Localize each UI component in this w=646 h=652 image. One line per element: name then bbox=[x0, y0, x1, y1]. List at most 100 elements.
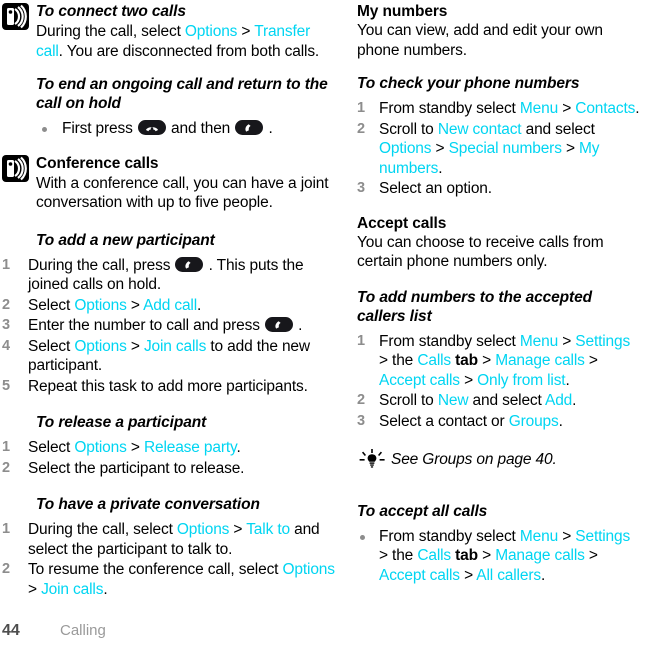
text-suffix: . bbox=[294, 317, 303, 334]
text-prefix: Scroll to bbox=[379, 392, 438, 409]
text-middle: and select bbox=[468, 392, 545, 409]
table-row: 1 From standby select Menu > Settings > t… bbox=[357, 332, 642, 391]
chapter-name: Calling bbox=[60, 622, 106, 639]
step-number: 1 bbox=[357, 332, 365, 349]
step-number: 1 bbox=[357, 100, 365, 116]
link-settings[interactable]: Settings bbox=[575, 528, 630, 545]
page-footer: 44 Calling bbox=[0, 622, 646, 640]
table-row: 1 During the call, select Options > Talk … bbox=[2, 520, 335, 559]
link-options[interactable]: Options bbox=[74, 439, 127, 456]
link-manage-calls[interactable]: Manage calls bbox=[495, 547, 585, 564]
list-item: First press and then . bbox=[36, 119, 335, 139]
separator: > bbox=[558, 100, 576, 117]
link-all-callers[interactable]: All callers bbox=[476, 567, 541, 584]
steps-add-accepted-callers: 1 From standby select Menu > Settings > t… bbox=[357, 332, 642, 432]
steps-end-ongoing-call: First press and then . bbox=[36, 119, 335, 139]
broadcast-signal-icon bbox=[2, 154, 29, 182]
link-calls-tab[interactable]: Calls bbox=[417, 352, 451, 369]
link-new-contact[interactable]: New contact bbox=[438, 121, 522, 138]
text-prefix: Select bbox=[28, 296, 75, 314]
heading-connect-two-calls: To connect two calls bbox=[36, 3, 186, 20]
link-accept-calls[interactable]: Accept calls bbox=[379, 372, 460, 389]
table-row: 1 From standby select Menu > Contacts. bbox=[357, 99, 642, 119]
text-tab-label: tab bbox=[451, 352, 478, 369]
call-key-icon bbox=[265, 317, 293, 332]
heading-check-phone-numbers: To check your phone numbers bbox=[357, 75, 580, 92]
text-suffix: . bbox=[572, 392, 577, 409]
text-prefix: During the call, press bbox=[28, 256, 175, 274]
separator: > bbox=[477, 547, 496, 564]
text-suffix: . bbox=[103, 580, 108, 598]
link-join-calls[interactable]: Join calls bbox=[41, 581, 103, 598]
link-groups[interactable]: Groups bbox=[509, 413, 559, 430]
link-options[interactable]: Options bbox=[379, 140, 432, 157]
heading-end-ongoing-call: To end an ongoing call and return to the… bbox=[36, 76, 328, 112]
text-tab-label: tab bbox=[451, 547, 478, 564]
link-options[interactable]: Options bbox=[74, 338, 127, 355]
link-contacts[interactable]: Contacts bbox=[575, 100, 635, 117]
table-row: 2 Scroll to New contact and select Option… bbox=[357, 120, 642, 179]
steps-add-new-participant: 1 During the call, press . This puts the … bbox=[2, 256, 335, 397]
link-talk-to[interactable]: Talk to bbox=[246, 521, 290, 538]
text-prefix: Select bbox=[28, 439, 75, 456]
step-number: 3 bbox=[2, 317, 10, 333]
text-prefix: Select bbox=[28, 337, 75, 355]
link-settings[interactable]: Settings bbox=[575, 333, 630, 350]
step-number: 4 bbox=[2, 337, 10, 354]
table-row: 5 Repeat this task to add more participan… bbox=[2, 377, 335, 397]
separator: > bbox=[459, 371, 478, 389]
separator: > bbox=[584, 547, 598, 564]
link-only-from-list[interactable]: Only from list bbox=[477, 372, 565, 389]
task-private-conversation: To have a private conversation bbox=[2, 495, 335, 520]
table-row: 4 Select Options > Join calls to add the … bbox=[2, 337, 335, 376]
link-release-party[interactable]: Release party bbox=[144, 439, 237, 456]
heading-add-new-participant: To add a new participant bbox=[36, 231, 215, 249]
table-row: 3 Select an option. bbox=[357, 179, 642, 199]
table-row: 3 Enter the number to call and press . bbox=[2, 316, 335, 336]
link-options[interactable]: Options bbox=[177, 521, 230, 538]
link-menu[interactable]: Menu bbox=[520, 100, 558, 117]
link-add[interactable]: Add bbox=[545, 392, 572, 409]
manual-page: To connect two calls During the call, se… bbox=[0, 0, 646, 652]
link-accept-calls[interactable]: Accept calls bbox=[379, 567, 460, 584]
paragraph-conference-calls: With a conference call, you can have a j… bbox=[36, 174, 329, 212]
text-suffix: . bbox=[438, 159, 443, 177]
link-menu[interactable]: Menu bbox=[520, 333, 558, 350]
table-row: 2 Scroll to New and select Add. bbox=[357, 391, 642, 411]
text-prefix: Select the participant to release. bbox=[28, 459, 245, 477]
link-special-numbers[interactable]: Special numbers bbox=[449, 140, 562, 157]
text-middle: and then bbox=[166, 120, 235, 137]
bullet-dot-icon bbox=[360, 534, 365, 540]
text-prefix: Select an option. bbox=[379, 180, 492, 197]
link-new[interactable]: New bbox=[438, 392, 469, 409]
text-prefix: From standby select bbox=[379, 527, 520, 545]
link-add-call[interactable]: Add call bbox=[143, 297, 197, 314]
table-row: 2 Select the participant to release. bbox=[2, 459, 335, 479]
step-number: 1 bbox=[2, 256, 10, 273]
step-number: 2 bbox=[357, 120, 365, 137]
heading-private-conversation: To have a private conversation bbox=[36, 496, 260, 513]
step-number: 1 bbox=[2, 439, 10, 455]
text-suffix: . bbox=[635, 100, 640, 117]
text-suffix: . bbox=[558, 412, 563, 430]
heading-accept-all-calls: To accept all calls bbox=[357, 502, 488, 520]
heading-conference-calls: Conference calls bbox=[36, 154, 159, 172]
section-conference-calls: Conference calls bbox=[2, 154, 335, 182]
text-suffix: . bbox=[264, 120, 273, 137]
steps-check-phone-numbers: 1 From standby select Menu > Contacts. 2S… bbox=[357, 99, 642, 199]
link-menu[interactable]: Menu bbox=[520, 528, 558, 545]
separator: > bbox=[561, 140, 580, 157]
table-row: 2 To resume the conference call, select O… bbox=[2, 560, 335, 599]
call-key-icon bbox=[235, 120, 264, 135]
step-number: 1 bbox=[2, 521, 10, 537]
separator: > bbox=[126, 337, 144, 355]
body-connect-two-calls: During the call, select Options > Transf… bbox=[2, 22, 335, 61]
link-manage-calls[interactable]: Manage calls bbox=[495, 352, 585, 369]
separator: > bbox=[28, 580, 42, 598]
link-options[interactable]: Options bbox=[283, 561, 336, 578]
link-join-calls[interactable]: Join calls bbox=[144, 338, 206, 355]
link-calls-tab[interactable]: Calls bbox=[417, 547, 451, 564]
step-number: 2 bbox=[2, 561, 10, 577]
link-options[interactable]: Options bbox=[185, 23, 238, 40]
link-options[interactable]: Options bbox=[74, 297, 127, 314]
